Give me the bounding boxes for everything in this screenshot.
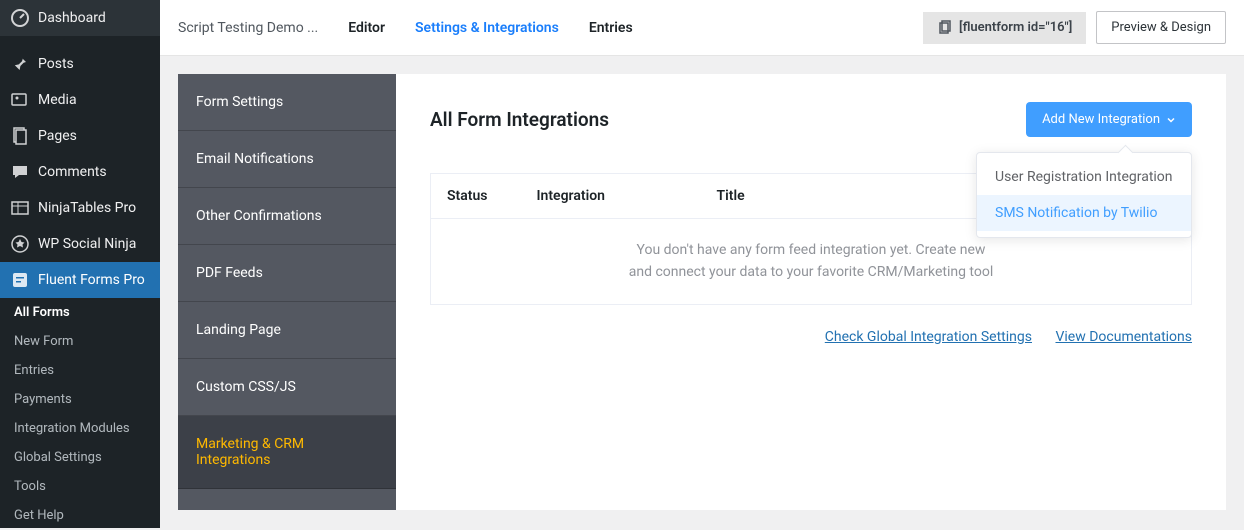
pin-icon (10, 54, 30, 74)
nav-custom-css-js[interactable]: Custom CSS/JS (178, 359, 396, 416)
th-integration: Integration (521, 174, 701, 219)
th-status: Status (431, 174, 521, 219)
submenu-all-forms[interactable]: All Forms (0, 298, 160, 327)
wp-admin-sidebar: Dashboard Posts Media Pages Comments Nin… (0, 0, 160, 528)
link-view-documentations[interactable]: View Documentations (1055, 329, 1192, 345)
nav-landing-page[interactable]: Landing Page (178, 302, 396, 359)
add-btn-label: Add New Integration (1042, 112, 1160, 127)
sidebar-label: Dashboard (38, 10, 106, 26)
integration-dropdown: User Registration Integration SMS Notifi… (976, 152, 1192, 238)
nav-form-settings[interactable]: Form Settings (178, 74, 396, 131)
submenu-payments[interactable]: Payments (0, 385, 160, 414)
star-icon (10, 234, 30, 254)
dashboard-icon (10, 8, 30, 28)
sidebar-item-pages[interactable]: Pages (0, 118, 160, 154)
content-row: Form Settings Email Notifications Other … (160, 56, 1244, 528)
main-column: Script Testing Demo ... Editor Settings … (160, 0, 1244, 528)
sidebar-label: Fluent Forms Pro (38, 272, 145, 288)
sidebar-label: Comments (38, 164, 107, 180)
submenu-global-settings[interactable]: Global Settings (0, 443, 160, 472)
pages-icon (10, 126, 30, 146)
top-bar: Script Testing Demo ... Editor Settings … (160, 0, 1244, 56)
submenu-new-form[interactable]: New Form (0, 327, 160, 356)
dropdown-item-sms-twilio[interactable]: SMS Notification by Twilio (977, 195, 1191, 231)
empty-line2: and connect your data to your favorite C… (629, 264, 994, 280)
submenu-get-help[interactable]: Get Help (0, 501, 160, 530)
sidebar-item-dashboard[interactable]: Dashboard (0, 0, 160, 36)
nav-email-notifications[interactable]: Email Notifications (178, 131, 396, 188)
add-new-integration-button[interactable]: Add New Integration (1026, 102, 1192, 137)
nav-other-confirmations[interactable]: Other Confirmations (178, 188, 396, 245)
sidebar-label: NinjaTables Pro (38, 200, 136, 216)
sidebar-label: Posts (38, 56, 74, 72)
bottom-links: Check Global Integration Settings View D… (430, 329, 1192, 345)
sidebar-item-fluentforms[interactable]: Fluent Forms Pro (0, 262, 160, 298)
sidebar-item-posts[interactable]: Posts (0, 46, 160, 82)
sidebar-item-ninjatables[interactable]: NinjaTables Pro (0, 190, 160, 226)
panel-title: All Form Integrations (430, 108, 609, 131)
copy-icon (937, 20, 953, 36)
tab-settings[interactable]: Settings & Integrations (415, 20, 559, 36)
sidebar-label: Media (38, 92, 77, 108)
shortcode-box[interactable]: [fluentform id="16"] (923, 12, 1086, 44)
sidebar-item-wpsocial[interactable]: WP Social Ninja (0, 226, 160, 262)
integrations-panel: All Form Integrations Add New Integratio… (396, 74, 1226, 510)
tab-entries[interactable]: Entries (589, 20, 633, 36)
panel-header: All Form Integrations Add New Integratio… (430, 102, 1192, 137)
sidebar-item-comments[interactable]: Comments (0, 154, 160, 190)
submenu-tools[interactable]: Tools (0, 472, 160, 501)
sidebar-item-media[interactable]: Media (0, 82, 160, 118)
dropdown-item-user-registration[interactable]: User Registration Integration (977, 159, 1191, 195)
sidebar-label: WP Social Ninja (38, 236, 136, 252)
form-tabs: Editor Settings & Integrations Entries (348, 20, 923, 36)
page-title: Script Testing Demo ... (178, 20, 318, 36)
shortcode-text: [fluentform id="16"] (959, 20, 1072, 35)
nav-marketing-crm[interactable]: Marketing & CRM Integrations (178, 416, 396, 489)
chevron-down-icon (1166, 115, 1176, 125)
preview-design-button[interactable]: Preview & Design (1096, 11, 1226, 44)
link-global-integration-settings[interactable]: Check Global Integration Settings (825, 329, 1032, 345)
tab-editor[interactable]: Editor (348, 20, 385, 36)
submenu-integration-modules[interactable]: Integration Modules (0, 414, 160, 443)
table-icon (10, 198, 30, 218)
settings-nav: Form Settings Email Notifications Other … (178, 74, 396, 510)
comments-icon (10, 162, 30, 182)
empty-line1: You don't have any form feed integration… (637, 242, 986, 258)
submenu-entries[interactable]: Entries (0, 356, 160, 385)
sidebar-label: Pages (38, 128, 77, 144)
form-icon (10, 270, 30, 290)
sidebar-submenu: All Forms New Form Entries Payments Inte… (0, 298, 160, 530)
nav-pdf-feeds[interactable]: PDF Feeds (178, 245, 396, 302)
media-icon (10, 90, 30, 110)
